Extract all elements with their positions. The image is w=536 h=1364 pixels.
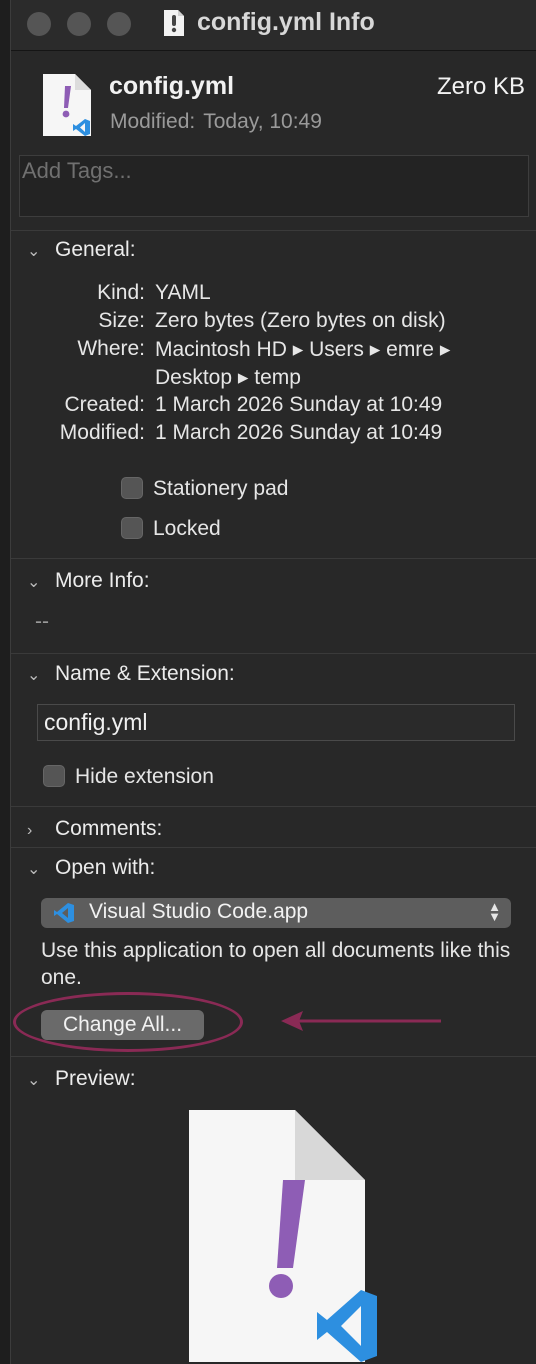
hide-extension-checkbox[interactable]	[43, 765, 65, 787]
kind-value: YAML	[155, 281, 211, 304]
file-name-input[interactable]: config.yml	[37, 704, 515, 741]
section-comments-header[interactable]: › Comments:	[27, 817, 162, 841]
annotation-ellipse	[13, 992, 243, 1052]
chevron-down-icon: ⌄	[27, 861, 41, 878]
divider	[11, 558, 536, 559]
divider	[11, 653, 536, 654]
file-name: config.yml	[109, 72, 235, 100]
document-icon	[164, 10, 184, 36]
hide-extension-label: Hide extension	[75, 765, 214, 788]
open-with-description: Use this application to open all documen…	[41, 939, 511, 989]
file-modified: Modified: Today, 10:49	[110, 110, 330, 134]
where-value-cont: Desktop ▸ temp	[155, 366, 301, 389]
created-label: Created:	[64, 393, 145, 416]
stationery-pad-label: Stationery pad	[153, 477, 289, 500]
section-name-extension-header[interactable]: ⌄ Name & Extension:	[27, 662, 235, 686]
locked-label: Locked	[153, 517, 221, 540]
chevron-down-icon: ⌄	[27, 667, 41, 684]
name-extension-heading: Name & Extension:	[55, 662, 235, 685]
section-more-info-header[interactable]: ⌄ More Info:	[27, 569, 150, 593]
up-down-arrows-icon: ▲ ▼	[488, 899, 501, 924]
yaml-file-icon	[43, 74, 91, 136]
size-value: Zero bytes (Zero bytes on disk)	[155, 309, 446, 332]
yaml-file-preview-icon	[189, 1110, 377, 1362]
annotation-arrow-icon	[281, 1011, 441, 1031]
created-value: 1 March 2026 Sunday at 10:49	[155, 393, 443, 416]
stationery-pad-checkbox[interactable]	[121, 477, 143, 499]
modified-value-general: 1 March 2026 Sunday at 10:49	[155, 421, 443, 444]
modified-label: Modified:	[110, 110, 196, 133]
section-preview-header[interactable]: ⌄ Preview:	[27, 1067, 136, 1091]
section-general-header[interactable]: ⌄ General:	[27, 238, 136, 262]
vscode-icon	[54, 903, 74, 923]
kind-label: Kind:	[97, 281, 145, 304]
divider	[11, 847, 536, 848]
chevron-right-icon: ›	[27, 822, 33, 839]
where-value: Macintosh HD ▸ Users ▸ emre ▸	[155, 338, 451, 361]
window-title: config.yml Info	[197, 8, 375, 36]
open-with-app-name: Visual Studio Code.app	[89, 900, 309, 923]
more-info-heading: More Info:	[55, 569, 150, 592]
title-bar: config.yml Info	[11, 0, 536, 51]
file-size: Zero KB	[436, 73, 525, 100]
more-info-value: --	[35, 610, 49, 633]
size-label: Size:	[98, 309, 145, 332]
section-open-with-header[interactable]: ⌄ Open with:	[27, 856, 155, 880]
close-window-button[interactable]	[27, 12, 51, 36]
divider	[11, 806, 536, 807]
divider	[11, 1056, 536, 1057]
tags-field[interactable]: Add Tags...	[19, 155, 529, 217]
comments-heading: Comments:	[55, 817, 163, 840]
chevron-down-icon: ⌄	[27, 1072, 41, 1089]
preview-heading: Preview:	[55, 1067, 136, 1090]
minimize-window-button[interactable]	[67, 12, 91, 36]
modified-label-general: Modified:	[59, 421, 145, 444]
locked-checkbox[interactable]	[121, 517, 143, 539]
chevron-down-icon: ⌄	[27, 243, 41, 260]
general-heading: General:	[55, 238, 136, 261]
modified-value: Today, 10:49	[203, 110, 322, 133]
zoom-window-button[interactable]	[107, 12, 131, 36]
chevron-down-icon: ⌄	[27, 574, 41, 591]
where-label: Where:	[77, 337, 145, 360]
divider	[11, 230, 536, 231]
open-with-app-select[interactable]: Visual Studio Code.app ▲ ▼	[41, 898, 511, 928]
info-window: config.yml Info config.yml Zero KB Modif…	[10, 0, 536, 1364]
open-with-heading: Open with:	[55, 856, 156, 879]
